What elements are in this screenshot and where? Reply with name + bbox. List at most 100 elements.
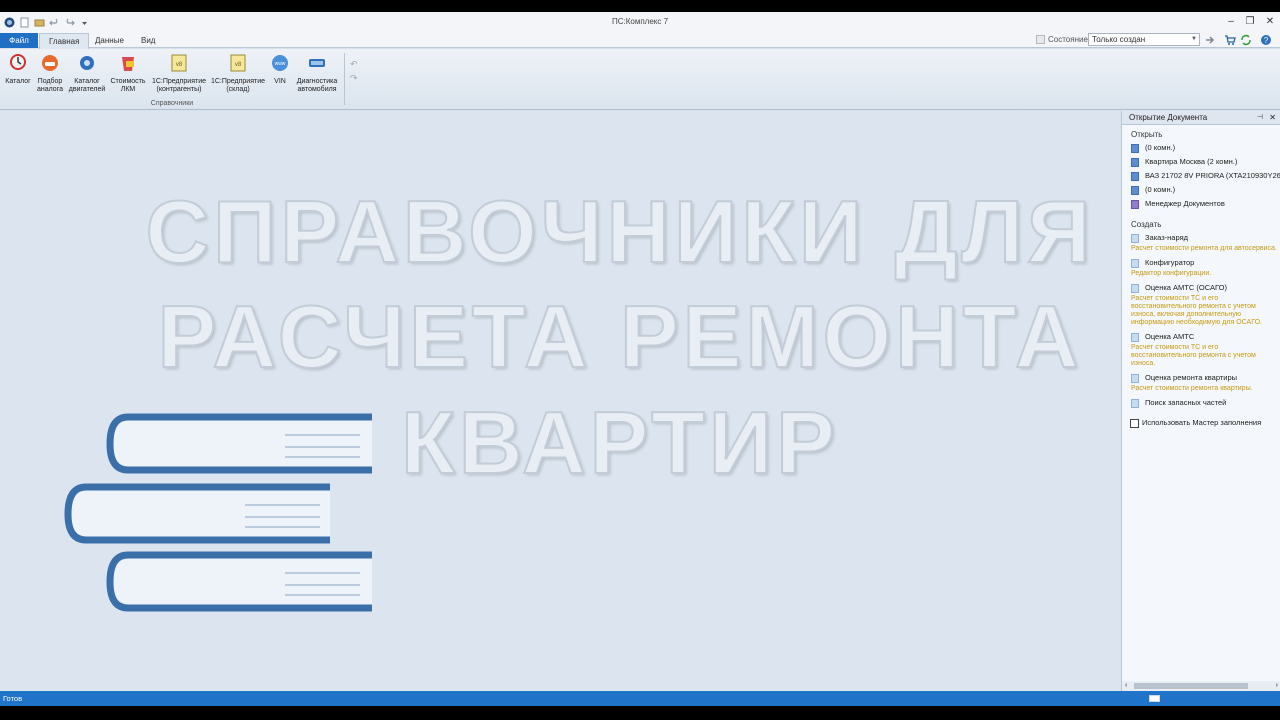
create-item-description: Расчет стоимости ремонта для автосервиса… <box>1131 245 1277 252</box>
create-item-apartment[interactable]: Оценка ремонта квартиры <box>1122 371 1280 385</box>
document-icon <box>1131 144 1139 153</box>
ribbon-undo-icon[interactable]: ↶ <box>350 59 358 70</box>
catalog-label: Каталог <box>5 78 31 85</box>
globe-icon: www <box>272 55 288 71</box>
1c-contractors-icon: v8 <box>171 54 187 72</box>
panel-horizontal-scrollbar[interactable]: ‹ › <box>1122 681 1280 691</box>
wizard-checkbox-row[interactable]: Использовать Мастер заполнения <box>1122 416 1280 430</box>
create-item-amts[interactable]: Оценка АМТС <box>1122 330 1280 344</box>
minimize-button[interactable]: – <box>1224 15 1238 29</box>
diagnostics-connector-icon <box>309 59 325 67</box>
svg-text:?: ? <box>1264 36 1269 45</box>
tab-data[interactable]: Данные <box>86 33 133 48</box>
tab-view[interactable]: Вид <box>132 33 164 48</box>
banner-line-2: РАСЧЕТА РЕМОНТА <box>157 286 1083 387</box>
book-top <box>106 413 372 474</box>
create-item-amts-osago[interactable]: Оценка АМТС (ОСАГО) <box>1122 281 1280 295</box>
create-item-label: Оценка АМТС <box>1145 332 1195 341</box>
restore-button[interactable]: ❐ <box>1243 15 1257 29</box>
create-item-label: Оценка АМТС (ОСАГО) <box>1145 283 1227 292</box>
panel-title: Открытие Документа <box>1129 113 1208 122</box>
create-item-description: Редактор конфигурации. <box>1131 270 1212 277</box>
analog-search-icon <box>42 55 58 71</box>
scroll-thumb[interactable] <box>1134 683 1248 689</box>
open-item-label: Квартира Москва (2 комн.) <box>1145 157 1238 166</box>
open-item[interactable]: ВАЗ 21702 8V PRIORA (XTA210930Y269 <box>1122 169 1280 183</box>
open-item[interactable]: (0 комн.) <box>1122 141 1280 155</box>
ribbon-redo-icon[interactable]: ↷ <box>350 73 358 84</box>
scroll-left-icon[interactable]: ‹ <box>1125 681 1127 691</box>
paint-icon <box>122 57 134 71</box>
arrow-right-icon[interactable] <box>1204 34 1216 46</box>
create-item-work-order[interactable]: Заказ-наряд <box>1122 231 1280 245</box>
open-item-label: (0 комн.) <box>1145 185 1176 194</box>
document-icon <box>1131 172 1139 181</box>
document-manager-link[interactable]: Менеджер Документов <box>1122 197 1280 211</box>
svg-text:www: www <box>275 61 286 67</box>
open-item[interactable]: (0 комн.) <box>1122 183 1280 197</box>
create-item-label: Поиск запасных частей <box>1145 398 1227 407</box>
state-label: Состояние: <box>1048 35 1091 44</box>
document-area: СПРАВОЧНИКИ ДЛЯ РАСЧЕТА РЕМОНТА КВАРТИР <box>0 111 1120 691</box>
diagnostics-button[interactable]: Диагностика автомобиля <box>293 53 341 94</box>
engine-gear-icon <box>80 56 94 70</box>
document-icon <box>1131 259 1139 268</box>
create-item-label: Конфигуратор <box>1145 258 1195 267</box>
banner-line-1: СПРАВОЧНИКИ ДЛЯ <box>145 181 1095 282</box>
open-item[interactable]: Квартира Москва (2 комн.) <box>1122 155 1280 169</box>
pin-icon[interactable]: ⊣ <box>1257 111 1263 124</box>
state-value: Только создан <box>1092 35 1146 44</box>
ribbon-home: Каталог Подбор аналога Каталог двигателе… <box>0 49 1280 110</box>
keyboard-icon <box>1149 695 1160 702</box>
close-button[interactable]: ✕ <box>1263 15 1277 29</box>
document-icon <box>1131 374 1139 383</box>
ribbon-tabs: Файл Главная Данные Вид Состояние: Тольк… <box>0 32 1280 49</box>
analog-select-button[interactable]: Подбор аналога <box>33 53 67 94</box>
paint-cost-button[interactable]: Стоимость ЛКМ <box>107 53 149 94</box>
diagnostics-label: Диагностика автомобиля <box>296 78 338 93</box>
1c-warehouse-button[interactable]: v8 1С:Предприятие (склад) <box>209 53 267 94</box>
chevron-down-icon: ▼ <box>1191 36 1197 42</box>
catalog-icon <box>10 54 26 70</box>
window-title: ПС:Комплекс 7 <box>611 17 669 26</box>
create-item-description: Расчет стоимости ТС и его восстановитель… <box>1131 344 1256 367</box>
create-item-parts-search[interactable]: Поиск запасных частей <box>1122 396 1280 410</box>
ribbon-group-label: Справочники <box>150 100 194 107</box>
status-bar: Готов <box>0 691 1280 706</box>
svg-text:v8: v8 <box>176 62 183 68</box>
document-manager-icon <box>1131 200 1139 209</box>
1c-warehouse-icon: v8 <box>230 54 246 72</box>
state-icon <box>1036 35 1045 44</box>
book-bottom <box>106 551 372 612</box>
help-icon[interactable]: ? <box>1260 34 1272 46</box>
app-window: ПС:Комплекс 7 – ❐ ✕ Файл Главная Данные … <box>0 12 1280 706</box>
vin-button[interactable]: www VIN <box>268 53 292 86</box>
sync-icon[interactable] <box>1240 34 1252 46</box>
document-icon <box>1131 186 1139 195</box>
document-icon <box>1131 234 1139 243</box>
panel-close-icon[interactable]: ✕ <box>1269 111 1276 124</box>
book-middle <box>64 483 330 544</box>
svg-text:v8: v8 <box>235 62 242 68</box>
create-item-label: Заказ-наряд <box>1145 233 1189 242</box>
tab-home[interactable]: Главная <box>39 33 90 49</box>
cart-icon[interactable] <box>1224 34 1236 46</box>
create-item-label: Оценка ремонта квартиры <box>1145 373 1238 382</box>
1c-contractors-button[interactable]: v8 1С:Предприятие (контрагенты) <box>149 53 209 94</box>
create-item-configurator[interactable]: Конфигуратор <box>1122 256 1280 270</box>
state-select[interactable]: Только создан ▼ <box>1088 33 1200 46</box>
document-icon <box>1131 333 1139 342</box>
document-icon <box>1131 158 1139 167</box>
tab-file[interactable]: Файл <box>0 33 38 48</box>
vin-label: VIN <box>274 78 286 85</box>
status-text: Готов <box>3 694 23 703</box>
open-document-panel: Открытие Документа ⊣ ✕ Открыть (0 комн.)… <box>1121 111 1280 691</box>
books-illustration <box>64 413 372 612</box>
engine-catalog-label: Каталог двигателей <box>68 78 106 93</box>
engine-catalog-button[interactable]: Каталог двигателей <box>67 53 107 94</box>
catalog-button[interactable]: Каталог <box>3 53 33 86</box>
scroll-right-icon[interactable]: › <box>1276 681 1278 691</box>
open-section-title: Открыть <box>1131 130 1163 139</box>
wizard-checkbox[interactable] <box>1130 419 1139 428</box>
1c-contractors-label: 1С:Предприятие (контрагенты) <box>151 78 207 93</box>
